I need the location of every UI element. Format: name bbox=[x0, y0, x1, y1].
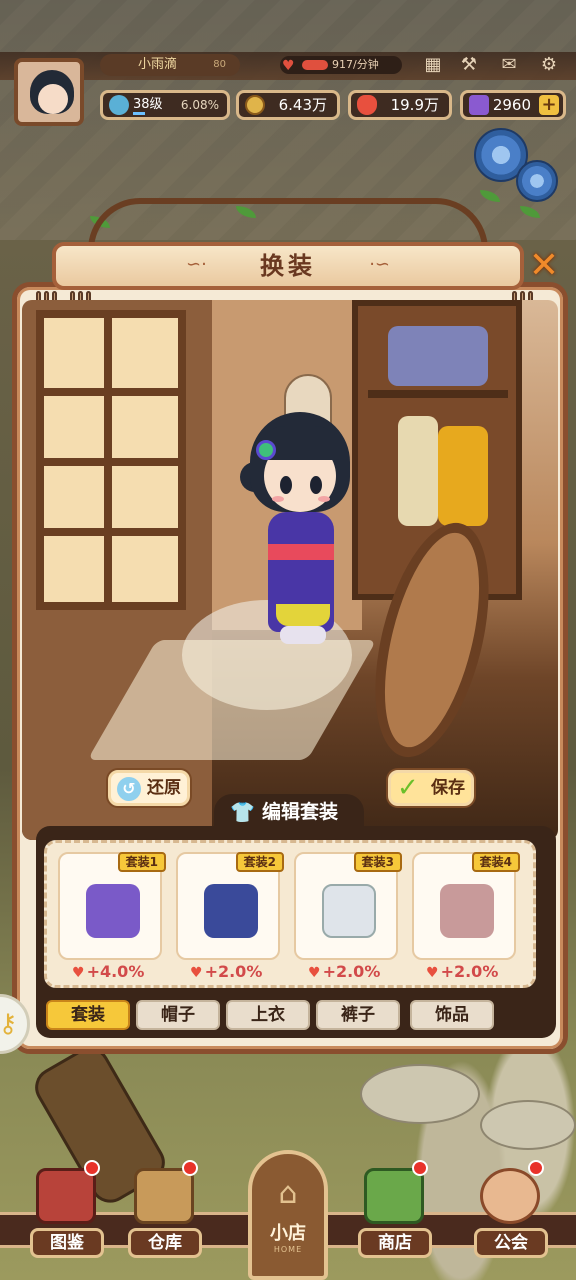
shirt-icon: 👕 bbox=[230, 800, 255, 824]
heart-icon: ♥ bbox=[426, 965, 439, 981]
dialog-title-bar: ∽· 换装 ·∽ bbox=[52, 242, 524, 290]
hair-clip bbox=[256, 440, 276, 460]
tab-accessory[interactable]: 饰品 bbox=[410, 1000, 494, 1030]
home-sublabel: HOME bbox=[273, 1245, 303, 1254]
broom-icon[interactable]: ⚒ bbox=[456, 54, 482, 76]
character-preview-room bbox=[22, 300, 558, 840]
heart-pill[interactable]: 19.9万 bbox=[348, 90, 452, 120]
restore-button[interactable]: ↺ 还原 bbox=[108, 770, 190, 806]
outfit-clothing-icon bbox=[204, 884, 258, 938]
outfit-bonus: ♥ +2.0% bbox=[190, 962, 263, 981]
gear-icon[interactable]: ⚙ bbox=[536, 54, 562, 76]
coin-pill[interactable]: 6.43万 bbox=[236, 90, 340, 120]
outfit-tag: 套装2 bbox=[235, 852, 284, 872]
tab-hat[interactable]: 帽子 bbox=[136, 1000, 220, 1030]
outfit-card[interactable]: 套装3 ♥ +2.0% bbox=[294, 852, 402, 982]
nav-item-guild[interactable]: 公会 bbox=[462, 1160, 558, 1268]
ornament-icon: ·∽ bbox=[369, 254, 390, 275]
level-progress-text: 6.08% bbox=[180, 98, 219, 112]
shop-stall-icon bbox=[364, 1168, 424, 1224]
add-gems-button[interactable]: + bbox=[539, 95, 559, 115]
edit-outfit-label: 编辑套装 bbox=[262, 801, 339, 823]
top-hud: 小雨滴 80 ♥ 917/分钟 ▦ ⚒ ✉ ⚙ 38级 6.08% 6.43万 … bbox=[0, 0, 576, 130]
guild-people-icon bbox=[480, 1168, 540, 1224]
player-name-text: 小雨滴 bbox=[138, 57, 178, 72]
player-character[interactable] bbox=[240, 412, 360, 662]
outfit-card[interactable]: 套装1 ♥ +4.0% bbox=[58, 852, 166, 982]
heart-icon: ♥ bbox=[282, 58, 295, 74]
save-label: 保存 bbox=[431, 778, 465, 798]
restore-label: 还原 bbox=[147, 778, 181, 798]
outfit-bonus: ♥ +2.0% bbox=[308, 962, 381, 981]
notification-dot bbox=[84, 1160, 100, 1176]
notification-dot bbox=[528, 1160, 544, 1176]
edit-outfit-header: 👕 编辑套装 bbox=[214, 794, 364, 830]
tab-suit[interactable]: 套装 bbox=[46, 1000, 130, 1030]
outfit-clothing-icon bbox=[440, 884, 494, 938]
tab-pants[interactable]: 裤子 bbox=[316, 1000, 400, 1030]
notification-dot bbox=[412, 1160, 428, 1176]
heart-currency-icon bbox=[357, 95, 377, 115]
nav-label: 商店 bbox=[358, 1228, 432, 1258]
background-stone bbox=[480, 1100, 576, 1150]
outfit-tag: 套装1 bbox=[117, 852, 166, 872]
player-name: 小雨滴 80 bbox=[100, 54, 240, 76]
mail-icon[interactable]: ✉ bbox=[496, 54, 522, 76]
home-label: 小店 bbox=[270, 1223, 306, 1244]
level-star-icon bbox=[109, 95, 129, 115]
heart-value: 19.9万 bbox=[390, 96, 439, 114]
close-button[interactable]: ✕ bbox=[526, 248, 562, 286]
outfit-clothing-icon bbox=[322, 884, 376, 938]
background-stone bbox=[360, 1064, 480, 1124]
heart-icon: ♥ bbox=[308, 965, 321, 981]
restore-icon: ↺ bbox=[117, 777, 141, 801]
player-name-extra: 80 bbox=[213, 59, 226, 70]
gem-pill[interactable]: 2960 + bbox=[460, 90, 566, 120]
heart-icon: ♥ bbox=[72, 965, 85, 981]
collection-book-icon bbox=[36, 1168, 96, 1224]
outfit-bonus: ♥ +4.0% bbox=[72, 962, 145, 981]
heart-rate-meter: ♥ 917/分钟 bbox=[280, 56, 402, 74]
blue-rose-decoration bbox=[516, 160, 558, 202]
heart-rate-fill bbox=[302, 60, 328, 70]
avatar-face bbox=[38, 84, 68, 114]
outfit-tag: 套装4 bbox=[471, 852, 520, 872]
gem-value: 2960 bbox=[492, 96, 531, 114]
save-button[interactable]: ✓ 保存 bbox=[388, 770, 474, 806]
house-icon: ⌂ bbox=[278, 1176, 298, 1211]
checkmark-icon: ✓ bbox=[397, 773, 419, 803]
nav-item-collection[interactable]: 图鉴 bbox=[18, 1160, 114, 1268]
outfit-tag: 套装3 bbox=[353, 852, 402, 872]
coin-icon bbox=[245, 95, 265, 115]
room-window bbox=[36, 310, 186, 610]
nav-item-shop[interactable]: 商店 bbox=[346, 1160, 442, 1268]
level-pill[interactable]: 38级 6.08% bbox=[100, 90, 230, 120]
outfit-clothing-icon bbox=[86, 884, 140, 938]
heart-icon: ♥ bbox=[190, 965, 203, 981]
outfit-card[interactable]: 套装2 ♥ +2.0% bbox=[176, 852, 284, 982]
outfit-bonus: ♥ +2.0% bbox=[426, 962, 499, 981]
gem-icon bbox=[469, 95, 489, 115]
nav-label: 公会 bbox=[474, 1228, 548, 1258]
calendar-icon[interactable]: ▦ bbox=[420, 54, 446, 76]
outfit-card[interactable]: 套装4 ♥ +2.0% bbox=[412, 852, 520, 982]
nav-item-warehouse[interactable]: 仓库 bbox=[116, 1160, 212, 1268]
tab-top[interactable]: 上衣 bbox=[226, 1000, 310, 1030]
warehouse-box-icon bbox=[134, 1168, 194, 1224]
dialog-title: 换装 bbox=[260, 252, 316, 280]
heart-rate-text: 917/分钟 bbox=[332, 58, 379, 71]
notification-dot bbox=[182, 1160, 198, 1176]
player-avatar[interactable] bbox=[14, 58, 84, 126]
ornament-icon: ∽· bbox=[186, 254, 207, 275]
level-progress-bar bbox=[133, 112, 145, 115]
nav-label: 仓库 bbox=[128, 1228, 202, 1258]
coin-value: 6.43万 bbox=[278, 96, 327, 114]
home-button[interactable]: ⌂ 小店 HOME bbox=[248, 1150, 328, 1280]
nav-label: 图鉴 bbox=[30, 1228, 104, 1258]
